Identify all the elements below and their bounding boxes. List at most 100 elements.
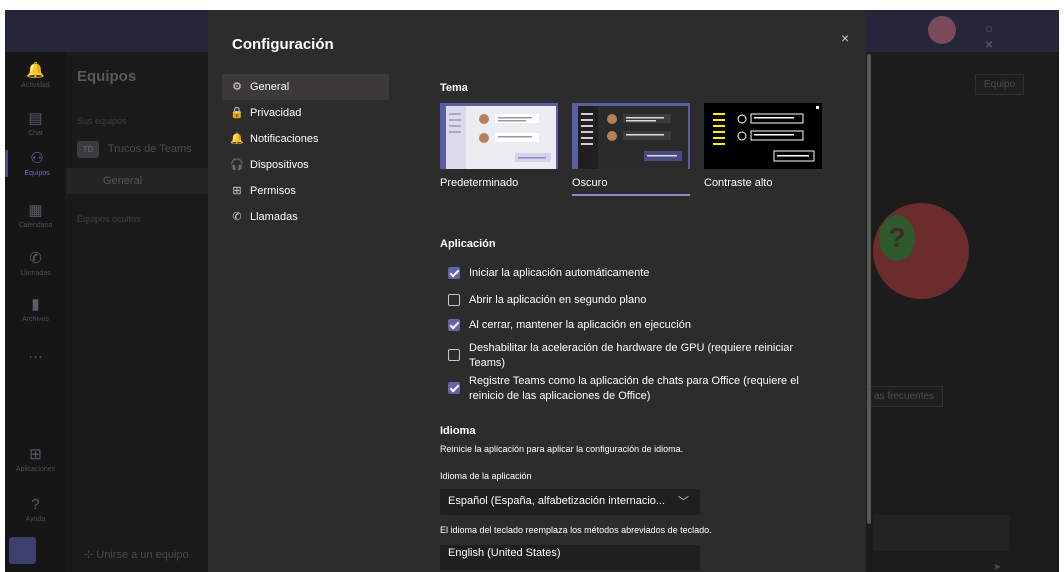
compose-bar (873, 515, 1010, 551)
dialog-title: Configuración (232, 36, 334, 53)
teams-title: Equipos (77, 68, 137, 85)
rail-item-more: ··· (5, 348, 66, 366)
teams-icon: ⚇ (30, 150, 44, 167)
team-button: Equipo (975, 74, 1025, 95)
scrollbar[interactable] (867, 54, 871, 524)
rail-item-chat: ▤ Chat (5, 110, 66, 137)
rail-item-calls: ✆ Llamadas (5, 250, 66, 277)
theme-default-preview (440, 103, 558, 169)
rail-item-label: Ayuda (25, 516, 46, 523)
device-icon (9, 537, 36, 564)
theme-heading: Tema (440, 82, 468, 94)
settings-dialog: Configuración × ⚙ General 🔒 Privacidad 🔔… (208, 10, 871, 572)
checkbox-checked[interactable] (448, 382, 460, 394)
checkbox-unchecked[interactable] (448, 349, 460, 361)
gear-icon: ⚙ (232, 81, 242, 93)
checkbox-checked[interactable] (448, 319, 460, 331)
rail-item-files: ▮ Archivos (5, 296, 66, 323)
theme-dark-preview (572, 103, 690, 169)
checkbox-unchecked[interactable] (448, 294, 460, 306)
nav-item-privacy[interactable]: 🔒 Privacidad (222, 100, 389, 126)
keyboard-language-select[interactable]: English (United States) (440, 545, 700, 571)
nav-item-label: Privacidad (250, 107, 302, 119)
rail-item-label: Equipos (24, 170, 50, 177)
nav-item-calls[interactable]: ✆ Llamadas (222, 204, 389, 230)
theme-label: Contraste alto (704, 177, 773, 189)
bell-icon: 🔔 (230, 133, 244, 145)
language-note: Reinicie la aplicación para aplicar la c… (440, 444, 684, 454)
send-icon: ➤ (993, 562, 1002, 572)
option-label: Registre Teams como la aplicación de cha… (469, 375, 799, 402)
checkbox-checked[interactable] (448, 267, 460, 279)
theme-high-contrast[interactable]: Contraste alto (704, 103, 822, 198)
nav-item-permissions[interactable]: ⊞ Permisos (222, 178, 389, 204)
rail-item-label: Archivos (22, 316, 49, 323)
option-label: Iniciar la aplicación automáticamente (469, 267, 650, 279)
nav-item-general[interactable]: ⚙ General (222, 74, 389, 100)
theme-selected-indicator (572, 194, 690, 196)
app-language-select[interactable]: Español (España, alfabetización internac… (440, 489, 700, 515)
hidden-teams-heading: Equipos ocultos (77, 214, 141, 224)
theme-default[interactable]: Predeterminado (440, 103, 558, 198)
more-icon: ··· (28, 348, 43, 365)
settings-content: Tema Predeterminado Oscuro Contraste alt… (440, 72, 840, 572)
headset-icon: 🎧 (230, 159, 244, 171)
theme-label: Oscuro (572, 177, 608, 189)
rail-item-activity: 🔔 Actividad (5, 62, 66, 89)
shield-icon: ⊞ (232, 185, 242, 197)
theme-dark[interactable]: Oscuro (572, 103, 690, 198)
illustration: ? (873, 203, 969, 299)
my-teams-heading: Sus equipos (77, 116, 127, 126)
calendar-icon: ▦ (28, 202, 43, 219)
nav-item-label: Permisos (250, 185, 296, 197)
bell-icon: 🔔 (26, 62, 45, 79)
rail-item-teams: ⚇ Equipos (5, 150, 66, 177)
frequent-button: as frecuentes (865, 386, 944, 407)
rail-item-label: Chat (28, 130, 43, 137)
join-team-link: ⊹ Unirse a un equipo (84, 548, 189, 561)
rail-item-label: Actividad (21, 82, 50, 89)
theme-label: Predeterminado (440, 177, 519, 189)
rail-item-label: Calendario (18, 222, 53, 229)
app-language-value: Español (España, alfabetización internac… (448, 495, 666, 507)
chat-icon: ▤ (28, 110, 43, 127)
file-icon: ▮ (31, 296, 40, 313)
keyboard-language-value: English (United States) (448, 547, 561, 559)
option-label: Al cerrar, mantener la aplicación en eje… (469, 319, 691, 331)
option-label: Deshabilitar la aceleración de hardware … (469, 342, 794, 369)
nav-item-notifications[interactable]: 🔔 Notificaciones (222, 126, 389, 152)
join-team-label: Unirse a un equipo (96, 549, 189, 561)
team-name: Trucos de Teams (107, 143, 192, 155)
nav-item-label: General (250, 81, 290, 93)
app-rail: 🔔 Actividad ▤ Chat ⚇ Equipos ▦ Calendari… (5, 52, 66, 572)
nav-item-label: Dispositivos (250, 159, 309, 171)
language-heading: Idioma (440, 425, 476, 437)
teams-panel: Equipos Sus equipos TD Trucos de Teams G… (66, 52, 209, 572)
help-icon: ? (31, 496, 40, 513)
rail-item-label: Aplicaciones (15, 466, 56, 473)
chevron-down-icon: ﹀ (678, 496, 689, 508)
team-badge: TD (77, 141, 99, 158)
phone-icon: ✆ (29, 250, 42, 267)
nav-item-label: Llamadas (250, 211, 298, 223)
keyboard-note: El idioma del teclado reemplaza los méto… (440, 525, 712, 535)
rail-item-apps: ⊞ Aplicaciones (5, 446, 66, 473)
channel-general: General (66, 168, 209, 194)
option-label: Abrir la aplicación en segundo plano (469, 294, 647, 306)
nav-item-label: Notificaciones (250, 133, 319, 145)
theme-high-contrast-preview (704, 103, 822, 169)
close-icon[interactable]: × (841, 30, 849, 46)
settings-nav: ⚙ General 🔒 Privacidad 🔔 Notificaciones … (222, 74, 389, 230)
nav-item-devices[interactable]: 🎧 Dispositivos (222, 152, 389, 178)
window-controls: ○ × (985, 20, 1012, 52)
apps-icon: ⊞ (29, 446, 42, 463)
avatar (928, 16, 956, 44)
join-team-icon: ⊹ (84, 549, 97, 561)
app-language-label: Idioma de la aplicación (440, 471, 532, 481)
lock-icon: 🔒 (230, 107, 244, 119)
rail-item-label: Llamadas (20, 270, 51, 277)
rail-item-calendar: ▦ Calendario (5, 202, 66, 229)
rail-item-help: ? Ayuda (5, 496, 66, 523)
phone-icon: ✆ (232, 211, 242, 223)
team-row: TD Trucos de Teams (77, 141, 192, 158)
